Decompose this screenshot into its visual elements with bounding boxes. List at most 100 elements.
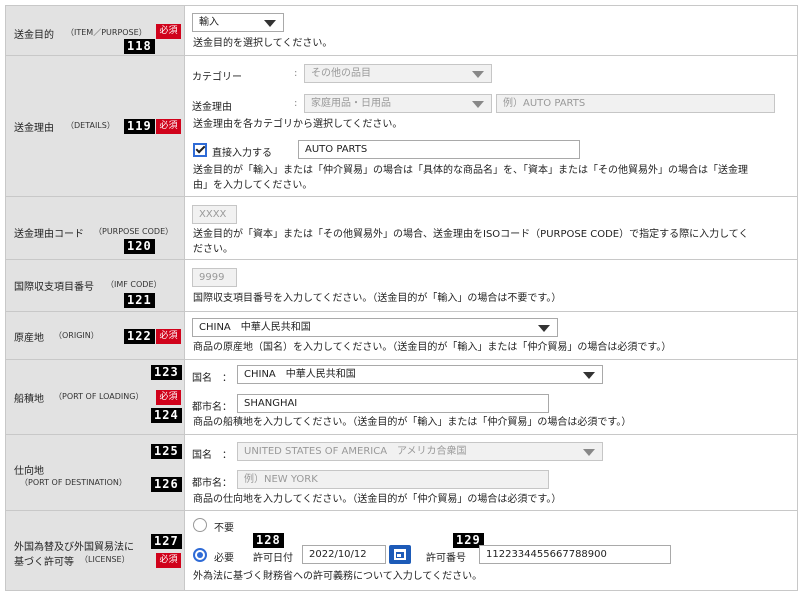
category-select-value: その他の品目 [311,68,371,79]
field-number-127: 127 [151,534,182,549]
field-number-124: 124 [151,408,182,423]
chevron-down-icon [583,372,595,379]
row-purpose-code: 送金理由コード （PURPOSE CODE） 120 XXXX 送金目的が「資本… [5,197,798,260]
category-label: カテゴリー [192,72,242,83]
license-radio-not-required[interactable] [193,518,207,532]
field-number-120: 120 [124,239,155,254]
label-cell: 123 船積地 （PORT OF LOADING） 必須 124 [5,360,185,434]
reason-label: 送金理由 [192,102,232,113]
colon: : [294,68,298,79]
origin-label: 原産地 [14,333,44,344]
content-cell: XXXX 送金目的が「資本」または「その他貿易外」の場合、送金理由をISOコード… [186,197,798,259]
colon: : [294,98,298,109]
license-radio-required[interactable] [193,548,207,562]
imf-code-label-en: （IMF CODE） [106,280,162,289]
purpose-code-placeholder: XXXX [199,209,227,220]
field-number-125: 125 [151,444,182,459]
content-cell: 不要 128 129 必要 許可日付 2022/10/12 許可番号 11223… [186,511,798,590]
radio-selected-dot [197,552,203,558]
license-not-required-label: 不要 [214,523,234,534]
chevron-down-icon [472,71,484,78]
category-select[interactable]: その他の品目 [304,64,492,83]
field-number-119: 119 [124,119,155,134]
required-badge: 必須 [156,329,181,344]
purpose-code-label: 送金理由コード [14,229,84,240]
label-cell: 外国為替及び外国貿易法に 基づく許可等 （LICENSE） 127 必須 [5,511,185,590]
content-cell: 9999 国際収支項目番号を入力してください。（送金目的が「輸入」の場合は不要で… [186,260,798,311]
direct-input-value: AUTO PARTS [305,144,368,155]
imf-code-placeholder: 9999 [199,272,225,283]
license-label-line1: 外国為替及び外国貿易法に [14,542,134,553]
imf-code-label: 国際収支項目番号 [14,282,94,293]
details-label: 送金理由 [14,123,54,134]
remittance-form: 送金目的 （ITEM／PURPOSE） 必須 118 輸入 送金目的を選択してく… [5,5,798,591]
license-label-line2: 基づく許可等 [14,557,74,568]
row-imf-code: 国際収支項目番号 （IMF CODE） 121 9999 国際収支項目番号を入力… [5,260,798,312]
loading-label-en: （PORT OF LOADING） [54,392,144,401]
loading-city-input[interactable]: SHANGHAI [237,394,549,413]
imf-code-input[interactable]: 9999 [192,268,237,287]
field-number-118: 118 [124,39,155,54]
row-purpose: 送金目的 （ITEM／PURPOSE） 必須 118 輸入 送金目的を選択してく… [5,6,798,56]
chevron-down-icon [264,20,276,27]
required-badge: 必須 [156,24,181,39]
details-help-2-line1: 送金目的が「輸入」または「仲介貿易」の場合は「具体的な商品名」を、「資本」または… [193,165,748,176]
purpose-code-input[interactable]: XXXX [192,205,237,224]
calendar-button[interactable] [389,545,411,564]
label-cell: 原産地 （ORIGIN） 122 必須 [5,312,185,359]
content-cell: CHINA 中華人民共和国 商品の原産地（国名）を入力してください。（送金目的が… [186,312,798,359]
purpose-label: 送金目的 [14,30,54,41]
direct-input-checkbox[interactable] [193,143,207,157]
purpose-select[interactable]: 輸入 [192,13,284,32]
destination-country-label: 国名 ： [192,450,232,461]
destination-city-label: 都市名： [192,478,232,489]
permit-number-label: 許可番号 [426,553,466,564]
permit-number-input[interactable]: 1122334455667788900 [479,545,671,564]
chevron-down-icon [583,449,595,456]
row-port-of-destination: 125 仕向地 （PORT OF DESTINATION） 126 国名 ： U… [5,435,798,511]
loading-country-select[interactable]: CHINA 中華人民共和国 [237,365,603,384]
details-help-2-line2: 由」を入力してください。 [193,180,313,191]
purpose-code-help-line1: 送金目的が「資本」または「その他貿易外」の場合、送金理由をISOコード（PURP… [193,229,749,240]
row-origin: 原産地 （ORIGIN） 122 必須 CHINA 中華人民共和国 商品の原産地… [5,312,798,360]
reason-select[interactable]: 家庭用品・日用品 [304,94,492,113]
purpose-label-en: （ITEM／PURPOSE） [66,28,147,37]
checkmark-icon [195,143,206,154]
loading-city-value: SHANGHAI [244,398,298,409]
destination-country-select[interactable]: UNITED STATES OF AMERICA アメリカ合衆国 [237,442,603,461]
origin-select-value: CHINA 中華人民共和国 [199,322,311,333]
destination-country-value: UNITED STATES OF AMERICA アメリカ合衆国 [244,446,467,457]
permit-date-label: 許可日付 [253,553,293,564]
direct-input-field[interactable]: AUTO PARTS [298,140,580,159]
label-cell: 125 仕向地 （PORT OF DESTINATION） 126 [5,435,185,510]
permit-date-input[interactable]: 2022/10/12 [302,545,386,564]
destination-city-placeholder: 例）NEW YORK [244,474,318,485]
destination-city-input[interactable]: 例）NEW YORK [237,470,549,489]
reason-select-value: 家庭用品・日用品 [311,98,391,109]
loading-country-label: 国名 ： [192,373,232,384]
origin-label-en: （ORIGIN） [54,331,99,340]
content-cell: 国名 ： CHINA 中華人民共和国 都市名： SHANGHAI 商品の船積地を… [186,360,798,434]
required-badge: 必須 [156,553,181,568]
content-cell: カテゴリー : その他の品目 送金理由 : 家庭用品・日用品 例）AUTO PA… [186,56,798,196]
origin-select[interactable]: CHINA 中華人民共和国 [192,318,558,337]
field-number-121: 121 [124,293,155,308]
license-label-en: （LICENSE） [80,555,130,564]
label-cell: 送金目的 （ITEM／PURPOSE） 必須 118 [5,6,185,55]
purpose-select-value: 輸入 [199,17,219,28]
purpose-code-label-en: （PURPOSE CODE） [94,227,174,236]
origin-help: 商品の原産地（国名）を入力してください。（送金目的が「輸入」または「仲介貿易」の… [193,342,672,353]
chevron-down-icon [538,325,550,332]
destination-help: 商品の仕向地を入力してください。（送金目的が「仲介貿易」の場合は必須です。） [193,494,562,505]
permit-date-value: 2022/10/12 [309,549,367,560]
field-number-128: 128 [253,533,284,548]
row-details: 送金理由 （DETAILS） 119 必須 カテゴリー : その他の品目 送金理… [5,56,798,197]
destination-label-en: （PORT OF DESTINATION） [20,478,127,487]
reason-free-input[interactable]: 例）AUTO PARTS [496,94,775,113]
reason-free-placeholder: 例）AUTO PARTS [503,98,586,109]
field-number-126: 126 [151,477,182,492]
license-required-label: 必要 [214,553,234,564]
loading-help: 商品の船積地を入力してください。（送金目的が「輸入」または「仲介貿易」の場合は必… [193,417,632,428]
calendar-icon-day [397,554,401,557]
destination-label: 仕向地 [14,466,44,477]
